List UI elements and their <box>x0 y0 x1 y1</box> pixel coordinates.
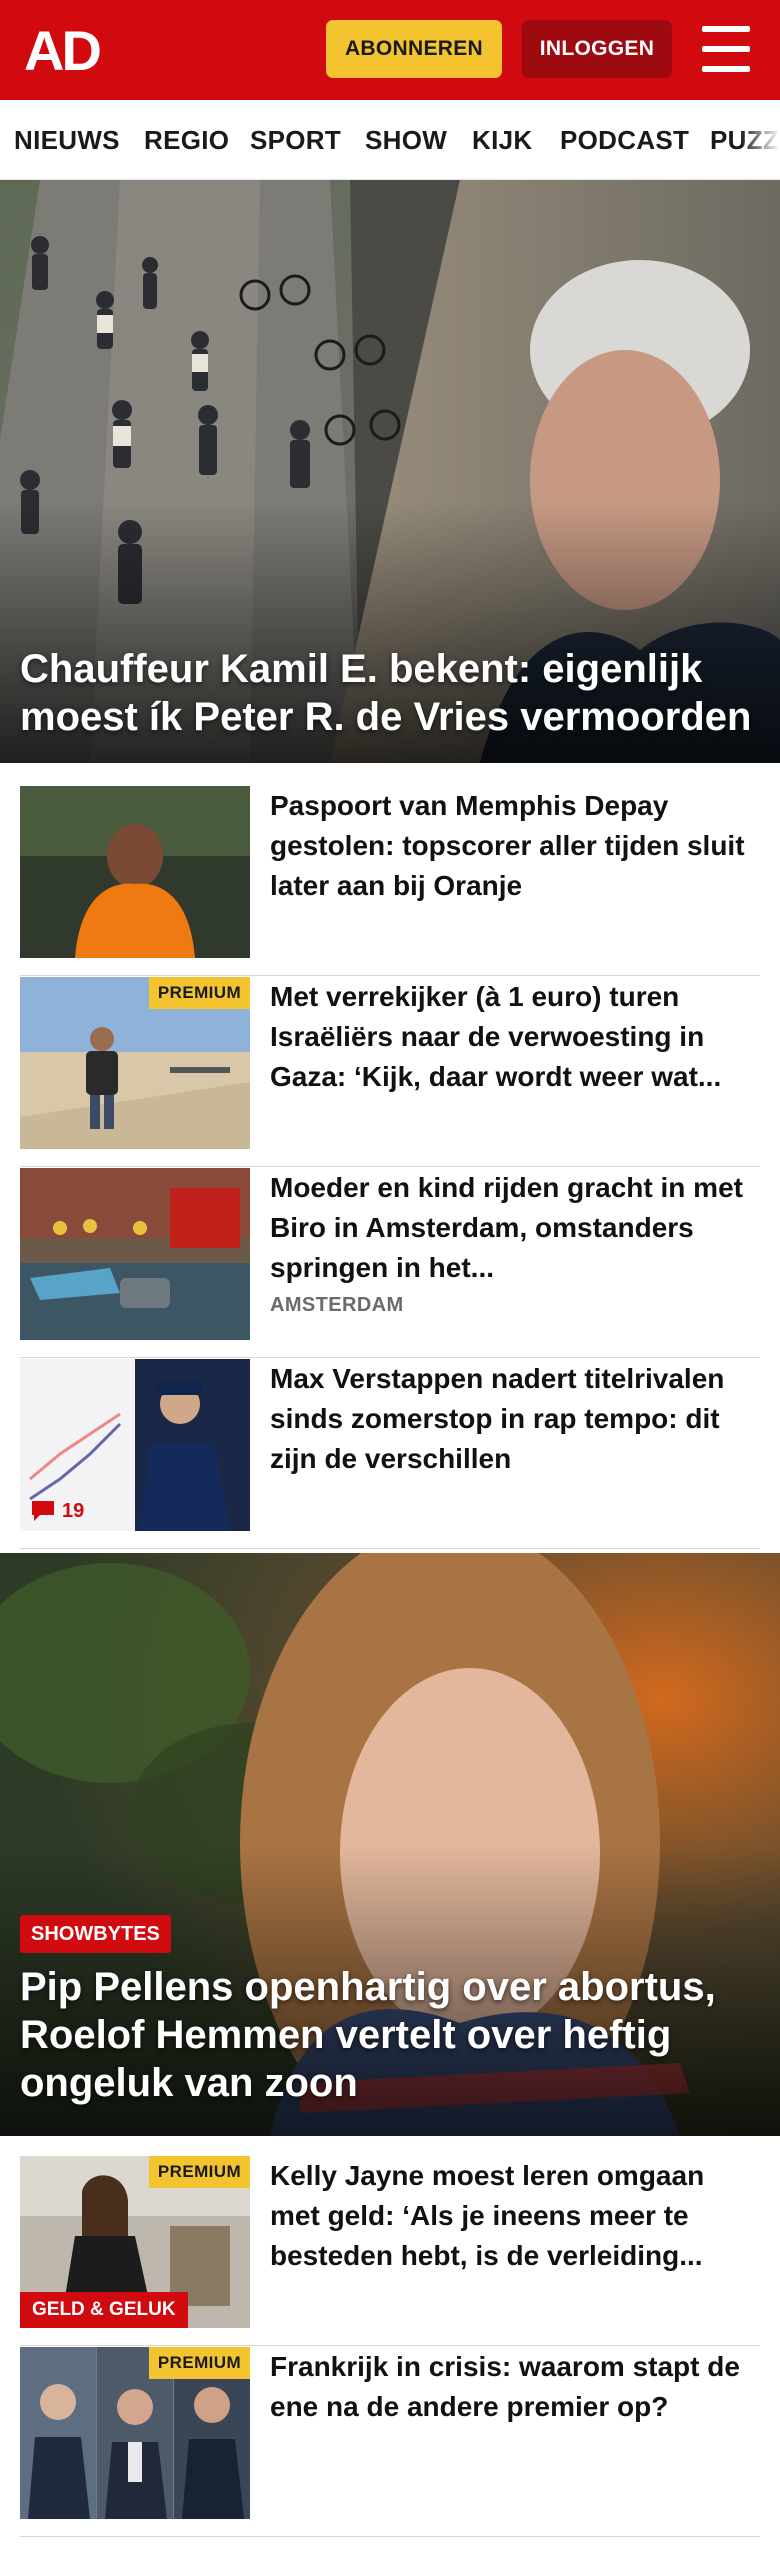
hero-headline[interactable]: Pip Pellens openhartig over abortus, Roe… <box>20 1963 760 2107</box>
article-thumbnail: PREMIUM <box>20 2347 250 2519</box>
nav-item-show[interactable]: SHOW <box>365 100 447 179</box>
article-title[interactable]: Paspoort van Memphis Depay gestolen: top… <box>270 786 756 906</box>
article-thumbnail: 19 <box>20 1359 250 1531</box>
article-row[interactable]: Paspoort van Memphis Depay gestolen: top… <box>20 786 760 976</box>
article-title[interactable]: Max Verstappen nadert titelriva­len sind… <box>270 1359 756 1479</box>
nav-item-podcast[interactable]: PODCAST <box>560 100 689 179</box>
premium-badge: PREMIUM <box>148 2156 250 2188</box>
top-bar: AD ABONNEREN INLOGGEN <box>0 0 780 100</box>
article-row[interactable]: 19 Max Verstappen nadert titelriva­len s… <box>20 1359 760 1549</box>
article-row[interactable]: PREMIUM GELD & GELUK Kelly Jayne moest l… <box>20 2156 760 2346</box>
svg-text:AD: AD <box>24 20 100 78</box>
nav-item-sport[interactable]: SPORT <box>250 100 341 179</box>
nav-item-regio[interactable]: REGIO <box>144 100 229 179</box>
hero-article-2[interactable]: SHOWBYTES Pip Pellens openhartig over ab… <box>0 1553 780 2136</box>
section-tag[interactable]: AMSTERDAM <box>270 1294 404 1317</box>
article-row[interactable]: PREMIUM Met verrekijker (à 1 euro) turen… <box>20 977 760 1167</box>
nav-item-kijk[interactable]: KIJK <box>472 100 532 179</box>
article-title[interactable]: Frankrijk in crisis: waarom stapt de ene… <box>270 2347 756 2427</box>
login-button[interactable]: INLOGGEN <box>522 20 672 78</box>
article-title[interactable]: Kelly Jayne moest leren omgaan met geld:… <box>270 2156 756 2276</box>
article-thumbnail: PREMIUM GELD & GELUK <box>20 2156 250 2328</box>
hamburger-icon[interactable] <box>700 26 752 72</box>
section-nav: NIEUWS REGIO SPORT SHOW KIJK PODCAST PUZ… <box>0 100 780 180</box>
comment-count-value: 19 <box>62 1499 85 1522</box>
premium-badge: PREMIUM <box>148 977 250 1009</box>
article-row[interactable]: PREMIUM Frankrijk in crisis: waarom stap… <box>20 2347 760 2537</box>
article-thumbnail <box>20 1168 250 1340</box>
comment-icon <box>32 1501 54 1521</box>
nav-fade <box>740 100 780 179</box>
ad-logo[interactable]: AD <box>24 20 116 78</box>
article-thumbnail <box>20 786 250 958</box>
nav-item-nieuws[interactable]: NIEUWS <box>14 100 120 179</box>
hero-headline[interactable]: Chauffeur Kamil E. bekent: eigenlijk moe… <box>20 645 770 741</box>
article-row[interactable]: Moeder en kind rijden gracht in met Biro… <box>20 1168 760 1358</box>
hero-article-1[interactable]: Chauffeur Kamil E. bekent: eigenlijk moe… <box>0 180 780 763</box>
article-title[interactable]: Met verrekijker (à 1 euro) turen Israëli… <box>270 977 756 1097</box>
category-badge[interactable]: SHOWBYTES <box>20 1915 171 1953</box>
premium-badge: PREMIUM <box>148 2347 250 2379</box>
article-title[interactable]: Moeder en kind rijden gracht in met Biro… <box>270 1168 756 1288</box>
category-badge[interactable]: GELD & GELUK <box>20 2292 188 2328</box>
comment-count[interactable]: 19 <box>30 1499 84 1523</box>
article-thumbnail: PREMIUM <box>20 977 250 1149</box>
subscribe-button[interactable]: ABONNEREN <box>326 20 502 78</box>
